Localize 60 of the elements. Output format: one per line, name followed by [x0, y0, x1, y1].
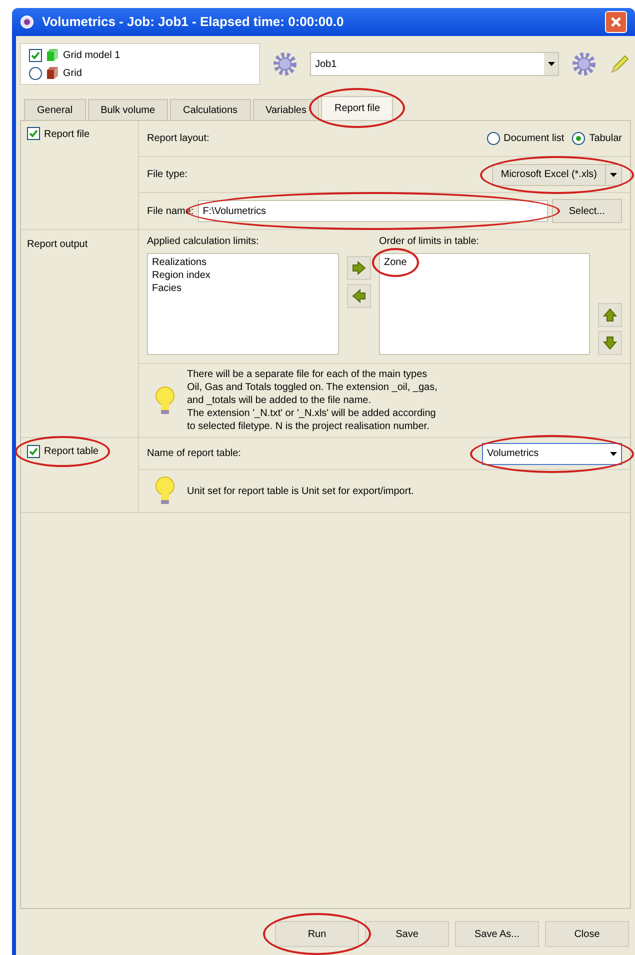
move-left-button[interactable] [347, 284, 371, 308]
move-right-button[interactable] [347, 256, 371, 280]
report-table-name-label: Name of report table: [147, 447, 242, 461]
window-title: Volumetrics - Job: Job1 - Elapsed time: 0:00:00.0 [42, 13, 345, 32]
list-item[interactable]: Zone [384, 256, 407, 269]
radio-button[interactable] [486, 132, 500, 145]
report-file-label: Report file [44, 128, 90, 142]
gear-icon[interactable] [272, 51, 298, 77]
cube-icon [46, 66, 59, 80]
radio-label: Document list [504, 132, 564, 146]
arrow-left-icon [351, 288, 367, 304]
arrow-up-icon [602, 307, 618, 323]
cube-icon [46, 48, 59, 62]
dialog-button[interactable]: Save [365, 921, 449, 947]
info-text: Unit set for report table is Unit set for export/import. [187, 484, 414, 498]
tab[interactable]: Report file [321, 96, 394, 120]
checkbox[interactable] [27, 445, 40, 458]
lightbulb-icon [155, 476, 175, 506]
report-table-label: Report table [44, 445, 98, 459]
close-icon [610, 16, 622, 28]
report-layout-label: Report layout: [147, 132, 210, 146]
model-label: Grid model 1 [63, 48, 120, 62]
tab[interactable]: Bulk volume [88, 99, 168, 120]
pencil-icon[interactable] [609, 53, 631, 75]
file-type-dropdown[interactable]: Microsoft Excel (*.xls) [492, 164, 622, 186]
job-combobox[interactable]: Job1 [310, 52, 559, 76]
info-text: There will be a separate file for each of the main types Oil, Gas and Totals toggled on. The extension _oil, _gas, and _totals will be added to the file name. The extension '_N.txt' or '_N.xls' will be added according to selected filetype. N is the project realisation number. [187, 368, 438, 433]
model-label: Grid [63, 66, 82, 80]
dropdown-icon [610, 172, 617, 176]
dialog-button[interactable]: Close [545, 921, 629, 947]
list-item[interactable]: Facies [152, 282, 334, 295]
file-type-label: File type: [147, 168, 189, 182]
select-button[interactable]: Select... [552, 199, 622, 223]
app-icon [20, 15, 34, 29]
lightbulb-icon [155, 386, 175, 416]
dropdown-icon [610, 452, 617, 456]
applied-limits-label: Applied calculation limits: [147, 235, 260, 249]
arrow-right-icon [351, 260, 367, 276]
dialog-button[interactable]: Run [275, 921, 359, 947]
move-down-button[interactable] [598, 331, 622, 355]
radio-button[interactable] [29, 66, 42, 80]
checkbox[interactable] [27, 127, 40, 140]
list-item[interactable]: Region index [152, 269, 334, 282]
report-table-combobox[interactable]: Volumetrics [482, 442, 622, 464]
close-button[interactable] [605, 11, 627, 33]
dropdown-icon [548, 62, 554, 66]
list-item[interactable]: Realizations [152, 256, 334, 269]
tab[interactable]: General [24, 99, 86, 120]
dialog-button[interactable]: Save As... [455, 921, 539, 947]
tab[interactable]: Calculations [170, 99, 251, 120]
tab[interactable]: Variables [252, 99, 320, 120]
radio-label: Tabular [589, 132, 622, 146]
checkbox[interactable] [29, 48, 42, 62]
arrow-down-icon [602, 335, 618, 351]
order-limits-label: Order of limits in table: [379, 235, 480, 249]
radio-button[interactable] [572, 132, 586, 145]
move-up-button[interactable] [598, 303, 622, 327]
file-name-field[interactable]: F:\Volumetrics [198, 200, 548, 222]
report-output-label: Report output [27, 239, 88, 250]
gear-icon[interactable] [571, 51, 597, 77]
